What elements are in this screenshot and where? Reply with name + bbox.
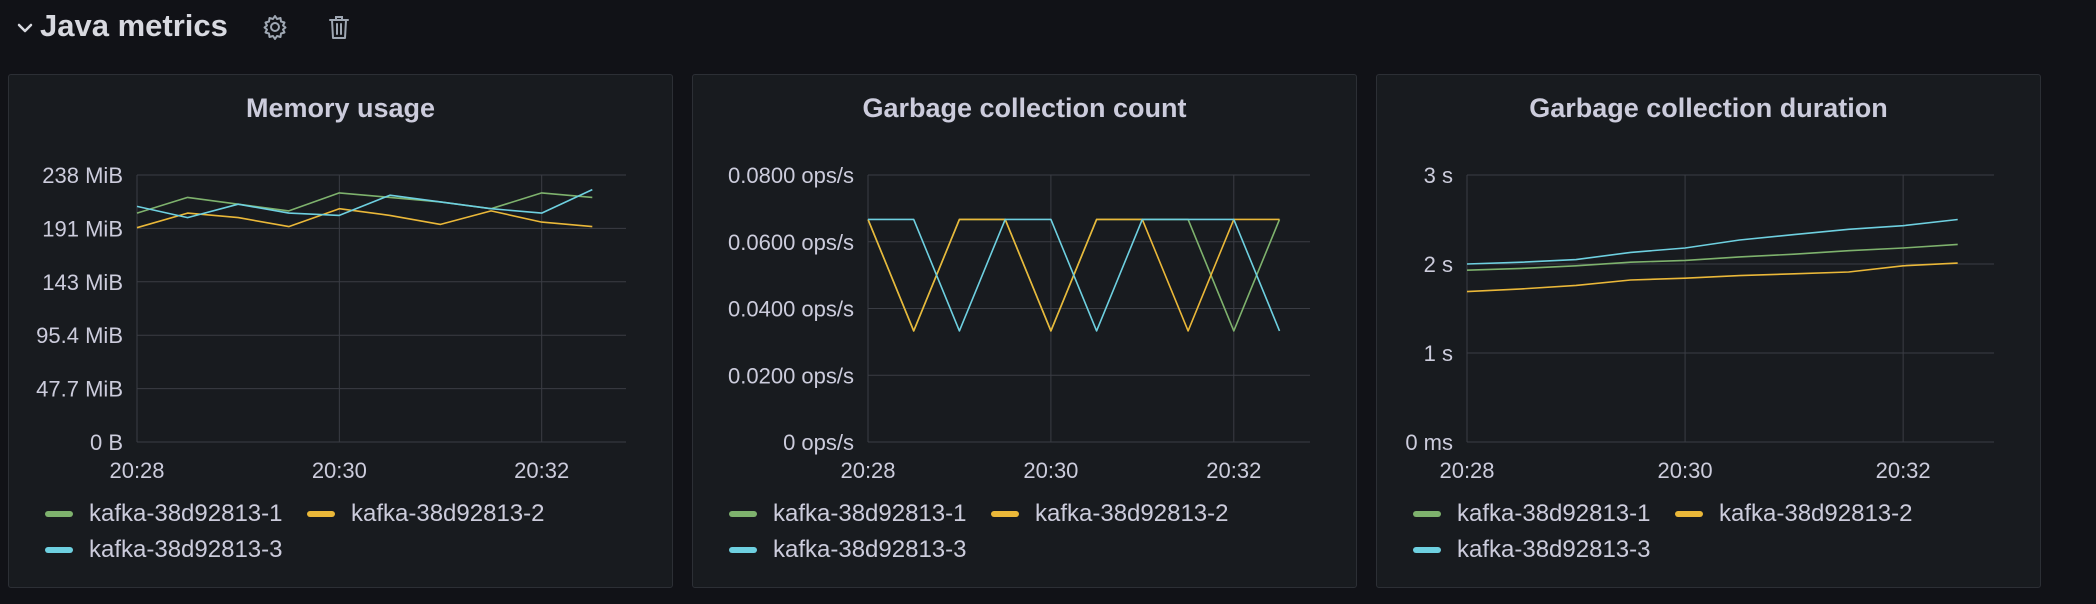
legend-swatch (45, 547, 73, 553)
legend-swatch (729, 511, 757, 517)
y-tick-label: 143 MiB (42, 270, 123, 295)
y-tick-label: 191 MiB (42, 216, 123, 241)
legend-item[interactable]: kafka-38d92813-2 (991, 500, 1228, 528)
trash-icon[interactable] (324, 12, 354, 42)
legend-item[interactable]: kafka-38d92813-2 (1675, 500, 1912, 528)
series-line-1 (1466, 243, 1958, 271)
legend-swatch (1675, 511, 1703, 517)
chart: 0 B 47.7 MiB 95.4 MiB 143 MiB 191 MiB 238 MiB… (36, 163, 626, 483)
legend-label: kafka-38d92813-1 (773, 500, 967, 527)
y-tick-label: 0 B (90, 430, 123, 455)
legend-label: kafka-38d92813-1 (89, 500, 283, 527)
y-tick-label: 0 ops/s (783, 430, 854, 455)
panel-title: Garbage collection count (862, 93, 1187, 123)
y-tick-label: 238 MiB (42, 163, 123, 188)
panel-gc-count[interactable]: 0 ops/s 0.0200 ops/s 0.0400 ops/s 0.0600 op… (692, 74, 1357, 588)
panel-title: Memory usage (245, 93, 436, 123)
y-tick-label: 0 ms (1405, 430, 1453, 455)
chart: 0 ms 1 s 2 s 3 s 20:28 20:30 20:32 (1405, 163, 1994, 483)
y-tick-label: 0.0200 ops/s (728, 363, 854, 388)
x-tick-label: 20:28 (840, 458, 895, 483)
legend-swatch (729, 547, 757, 553)
y-tick-label: 47.7 MiB (36, 377, 123, 402)
legend-label: kafka-38d92813-2 (351, 500, 545, 527)
y-tick-label: 2 s (1424, 252, 1453, 277)
legend-item[interactable]: kafka-38d92813-3 (1413, 536, 1650, 564)
x-tick-label: 20:32 (514, 458, 569, 483)
gear-icon[interactable] (260, 12, 290, 42)
legend-swatch (1413, 547, 1441, 553)
legend-label: kafka-38d92813-1 (1457, 500, 1651, 527)
legend-swatch (45, 511, 73, 517)
panel-title: Garbage collection duration (1529, 93, 1888, 123)
legend-label: kafka-38d92813-3 (773, 536, 967, 563)
legend-item[interactable]: kafka-38d92813-3 (729, 536, 966, 564)
y-tick-label: 95.4 MiB (36, 323, 123, 348)
legend-item[interactable]: kafka-38d92813-3 (45, 536, 282, 564)
x-tick-label: 20:30 (1658, 458, 1713, 483)
x-tick-label: 20:32 (1876, 458, 1931, 483)
legend-label: kafka-38d92813-3 (1457, 536, 1651, 563)
series-line-3 (868, 218, 1281, 332)
series-line-3 (136, 188, 593, 219)
chevron-down-icon[interactable] (14, 17, 36, 39)
legend-item[interactable]: kafka-38d92813-2 (307, 500, 544, 528)
legend-swatch (991, 511, 1019, 517)
legend-item[interactable]: kafka-38d92813-1 (729, 500, 966, 528)
series-line-1 (136, 192, 593, 214)
panel-memory-usage[interactable]: 0 B 47.7 MiB 95.4 MiB 143 MiB 191 MiB 238 MiB… (8, 74, 673, 588)
chart: 0 ops/s 0.0200 ops/s 0.0400 ops/s 0.0600 op… (728, 163, 1310, 483)
x-tick-label: 20:28 (1439, 458, 1494, 483)
y-tick-label: 0.0800 ops/s (728, 163, 854, 188)
legend-swatch (307, 511, 335, 517)
y-tick-label: 1 s (1424, 341, 1453, 366)
series-line-3 (1466, 218, 1958, 265)
y-tick-label: 3 s (1424, 163, 1453, 188)
x-tick-label: 20:32 (1206, 458, 1261, 483)
row-title[interactable]: Java metrics (40, 8, 228, 44)
legend-label: kafka-38d92813-2 (1035, 500, 1229, 527)
y-tick-label: 0.0600 ops/s (728, 230, 854, 255)
y-tick-label: 0.0400 ops/s (728, 297, 854, 322)
legend-item[interactable]: kafka-38d92813-1 (45, 500, 282, 528)
panel-gc-duration[interactable]: 0 ms 1 s 2 s 3 s 20:28 20:30 20:32 Garbage col… (1376, 74, 2041, 588)
legend-item[interactable]: kafka-38d92813-1 (1413, 500, 1650, 528)
x-tick-label: 20:28 (109, 458, 164, 483)
legend-label: kafka-38d92813-3 (89, 536, 283, 563)
row-header: Java metrics (0, 0, 600, 56)
legend-label: kafka-38d92813-2 (1719, 500, 1913, 527)
x-tick-label: 20:30 (1023, 458, 1078, 483)
legend-swatch (1413, 511, 1441, 517)
x-tick-label: 20:30 (312, 458, 367, 483)
